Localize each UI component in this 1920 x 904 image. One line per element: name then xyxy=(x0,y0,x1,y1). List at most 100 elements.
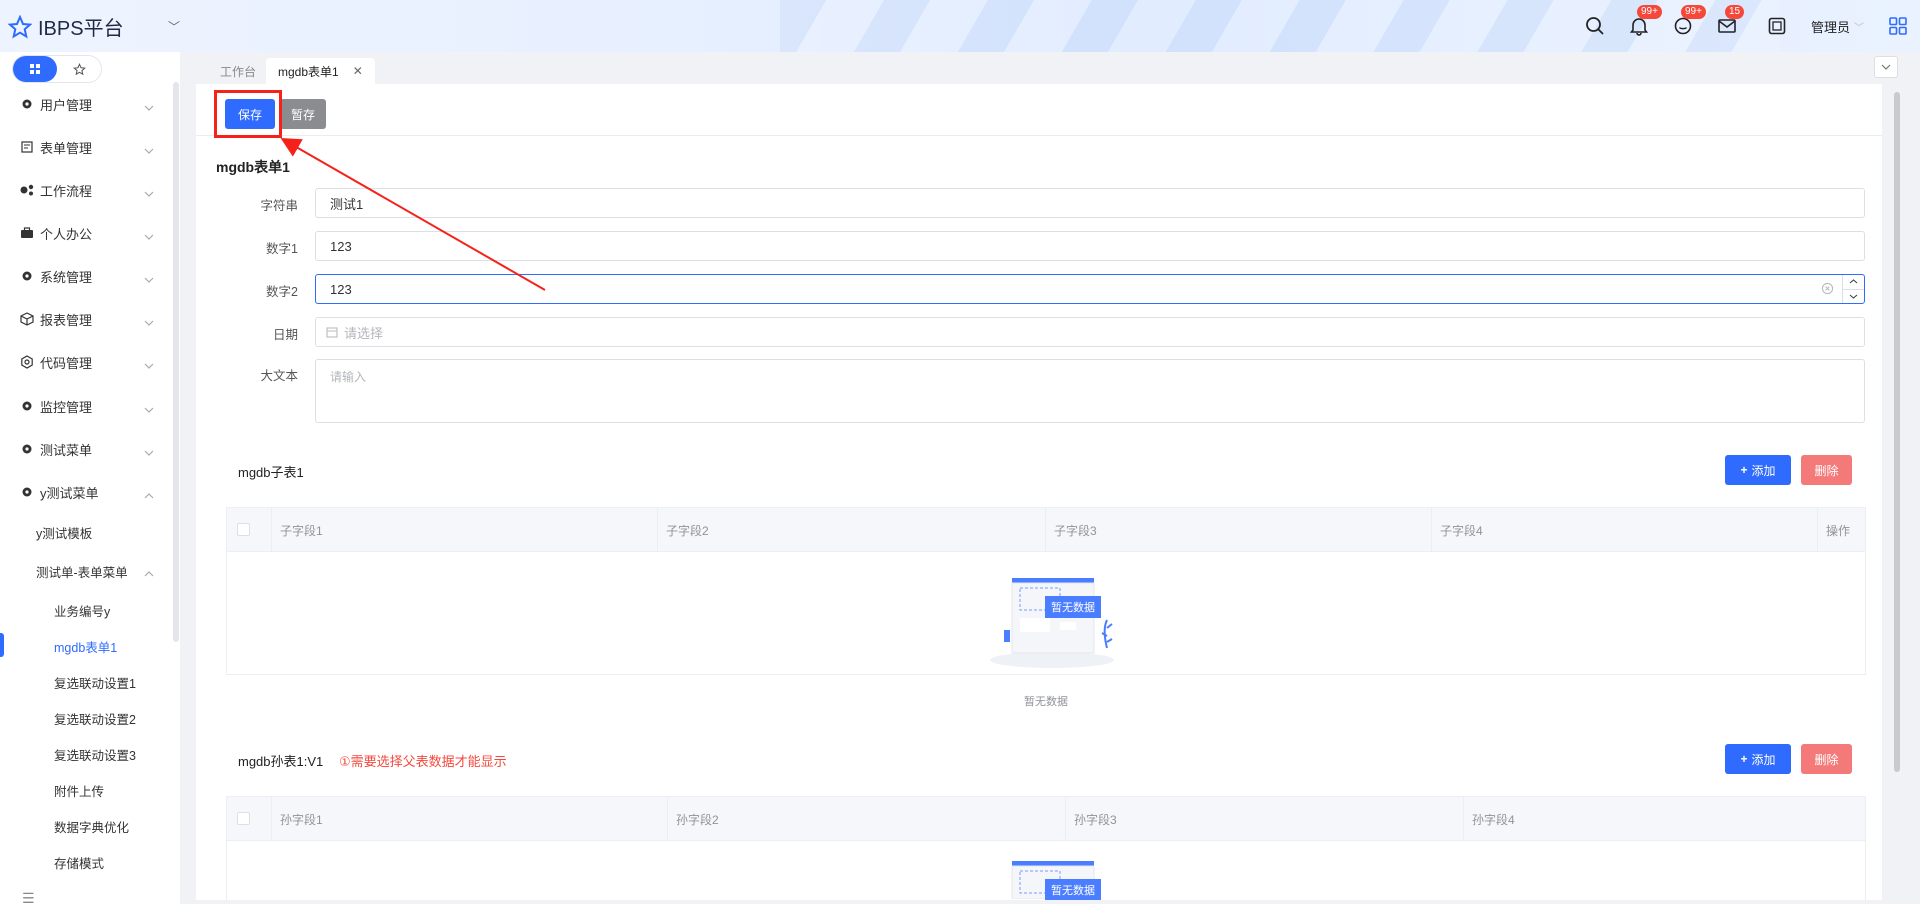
sidebar-item-code-management[interactable]: 代码管理 xyxy=(0,347,170,377)
gear-icon xyxy=(20,399,34,413)
chevron-down-icon xyxy=(144,271,154,286)
sidebar-leaf-dictionary-opt[interactable]: 数据字典优化 xyxy=(54,817,129,836)
sidebar-item-monitor-management[interactable]: 监控管理 xyxy=(0,391,170,421)
chevron-down-icon xyxy=(144,444,154,459)
sidebar-item-label: 表单管理 xyxy=(40,140,93,156)
notification-button[interactable]: 99+ xyxy=(1627,5,1662,38)
bell-icon xyxy=(1629,18,1649,36)
sub-table1: 子字段1 子字段2 子字段3 子字段4 操作 暂无数据 暂无数据 xyxy=(226,507,1866,708)
sub-table1-delete-button[interactable]: 删除 xyxy=(1801,455,1852,485)
plus-icon: + xyxy=(1740,463,1748,477)
sidebar-item-label: 工作流程 xyxy=(40,183,93,199)
fullscreen-button[interactable] xyxy=(1765,14,1789,38)
fullscreen-icon xyxy=(1768,17,1786,35)
content-scrollbar[interactable] xyxy=(1894,92,1900,772)
user-chevron-down-icon[interactable]: ﹀ xyxy=(1854,19,1864,34)
sidebar-sub-y-test-template[interactable]: y测试模板 xyxy=(36,523,92,542)
sub-table2-add-button[interactable]: + 添加 xyxy=(1725,744,1791,774)
clear-icon[interactable] xyxy=(1821,282,1834,298)
star-logo-icon xyxy=(8,14,32,39)
field-label-string: 字符串 xyxy=(260,199,298,213)
chevron-up-icon xyxy=(144,565,154,580)
grid-icon xyxy=(1889,17,1907,35)
sidebar-item-label: 监控管理 xyxy=(40,399,93,415)
number1-input[interactable]: 123 xyxy=(315,231,1865,261)
column-header[interactable]: 孙字段1 xyxy=(271,797,667,841)
favorites-view-button[interactable] xyxy=(57,56,101,82)
sidebar-leaf-checkbox-link1[interactable]: 复选联动设置1 xyxy=(54,673,136,692)
close-icon[interactable]: ✕ xyxy=(353,64,363,78)
select-all-checkbox[interactable] xyxy=(237,812,250,825)
column-header[interactable]: 孙字段4 xyxy=(1463,797,1865,841)
sidebar-item-user-management[interactable]: 用户管理 xyxy=(0,89,170,119)
form-icon xyxy=(20,140,34,154)
sidebar-scrollbar[interactable] xyxy=(173,82,179,642)
chevron-up-icon xyxy=(144,487,154,502)
sidebar-leaf-business-no[interactable]: 业务编号y xyxy=(54,601,110,620)
sidebar-item-form-management[interactable]: 表单管理 xyxy=(0,132,170,162)
user-menu[interactable]: 管理员 xyxy=(1811,17,1850,36)
field-label-number1: 数字1 xyxy=(266,242,298,256)
column-header[interactable]: 子字段4 xyxy=(1431,508,1817,552)
sidebar-leaf-storage-mode[interactable]: 存储模式 xyxy=(54,853,104,872)
tab-mgdb-form1[interactable]: mgdb表单1 ✕ xyxy=(266,58,375,84)
sidebar-item-personal-office[interactable]: 个人办公 xyxy=(0,218,170,248)
column-header[interactable]: 操作 xyxy=(1817,508,1865,552)
sub-table2: 孙字段1 孙字段2 孙字段3 孙字段4 暂无数据 xyxy=(226,796,1866,900)
sidebar-leaf-checkbox-link2[interactable]: 复选联动设置2 xyxy=(54,709,136,728)
menu-view-button[interactable] xyxy=(13,56,57,82)
sidebar-leaf-checkbox-link3[interactable]: 复选联动设置3 xyxy=(54,745,136,764)
calendar-icon xyxy=(326,327,338,338)
add-label: 添加 xyxy=(1751,463,1776,478)
select-all-checkbox[interactable] xyxy=(237,523,250,536)
sidebar-sub-test-form-menu[interactable]: 测试单-表单菜单 xyxy=(0,555,170,585)
sub-table2-delete-button[interactable]: 删除 xyxy=(1801,744,1852,774)
sidebar-leaf-mgdb-form1[interactable]: mgdb表单1 xyxy=(54,637,117,656)
workflow-icon xyxy=(20,183,34,197)
sub-table1-add-button[interactable]: + 添加 xyxy=(1725,455,1791,485)
stepper-up-icon[interactable] xyxy=(1843,275,1864,290)
sidebar-leaf-attachment-upload[interactable]: 附件上传 xyxy=(54,781,104,800)
column-header[interactable]: 子字段2 xyxy=(657,508,1045,552)
message-button[interactable]: 99+ xyxy=(1671,5,1706,38)
draft-button[interactable]: 暂存 xyxy=(280,99,326,129)
chevron-down-icon xyxy=(144,401,154,416)
mail-button[interactable]: 15 xyxy=(1715,5,1745,38)
date-picker-input[interactable]: 请选择 xyxy=(315,317,1865,347)
chevron-down-icon xyxy=(144,314,154,329)
sidebar-item-system-management[interactable]: 系统管理 xyxy=(0,261,170,291)
sidebar-item-y-test-menu[interactable]: y测试菜单 xyxy=(0,477,170,507)
sidebar-item-report-management[interactable]: 报表管理 xyxy=(0,304,170,334)
sidebar-item-test-menu[interactable]: 测试菜单 xyxy=(0,434,170,464)
form-title: mgdb表单1 xyxy=(216,159,290,175)
sidebar-item-label: 用户管理 xyxy=(40,97,93,113)
chevron-down-icon xyxy=(1881,64,1891,70)
mail-badge: 15 xyxy=(1724,5,1745,19)
empty-data-illustration: 暂无数据 xyxy=(982,859,1122,900)
column-header[interactable]: 孙字段2 xyxy=(667,797,1065,841)
bigtext-textarea[interactable]: 请输入 xyxy=(315,359,1865,423)
search-icon xyxy=(1586,17,1604,35)
sub-table2-warning: ①需要选择父表数据才能显示 xyxy=(339,754,507,769)
tab-workbench[interactable]: 工作台 xyxy=(208,58,268,84)
app-grid-button[interactable] xyxy=(1886,14,1910,38)
star-icon xyxy=(72,62,86,75)
sub-table2-header: 孙字段1 孙字段2 孙字段3 孙字段4 xyxy=(227,797,1865,841)
collapse-menu-icon[interactable]: ☰ xyxy=(22,890,35,904)
sidebar-item-label: 测试菜单 xyxy=(40,442,93,458)
tab-dropdown-button[interactable] xyxy=(1874,56,1898,78)
grid-small-icon xyxy=(30,64,40,74)
stepper-down-icon[interactable] xyxy=(1843,290,1864,304)
number2-input[interactable]: 123 xyxy=(315,274,1865,304)
app-logo[interactable]: IBPS平台 xyxy=(8,12,124,41)
app-switch-chevron-icon[interactable]: ﹀ xyxy=(168,18,180,35)
string-input[interactable]: 测试1 xyxy=(315,188,1865,218)
column-header[interactable]: 子字段3 xyxy=(1045,508,1431,552)
bigtext-placeholder: 请输入 xyxy=(330,370,367,384)
search-button[interactable] xyxy=(1583,14,1607,38)
gear-icon xyxy=(20,442,34,456)
column-header[interactable]: 孙字段3 xyxy=(1065,797,1463,841)
empty-data-illustration: 暂无数据 xyxy=(982,570,1122,673)
column-header[interactable]: 子字段1 xyxy=(271,508,657,552)
sidebar-item-workflow[interactable]: 工作流程 xyxy=(0,175,170,205)
